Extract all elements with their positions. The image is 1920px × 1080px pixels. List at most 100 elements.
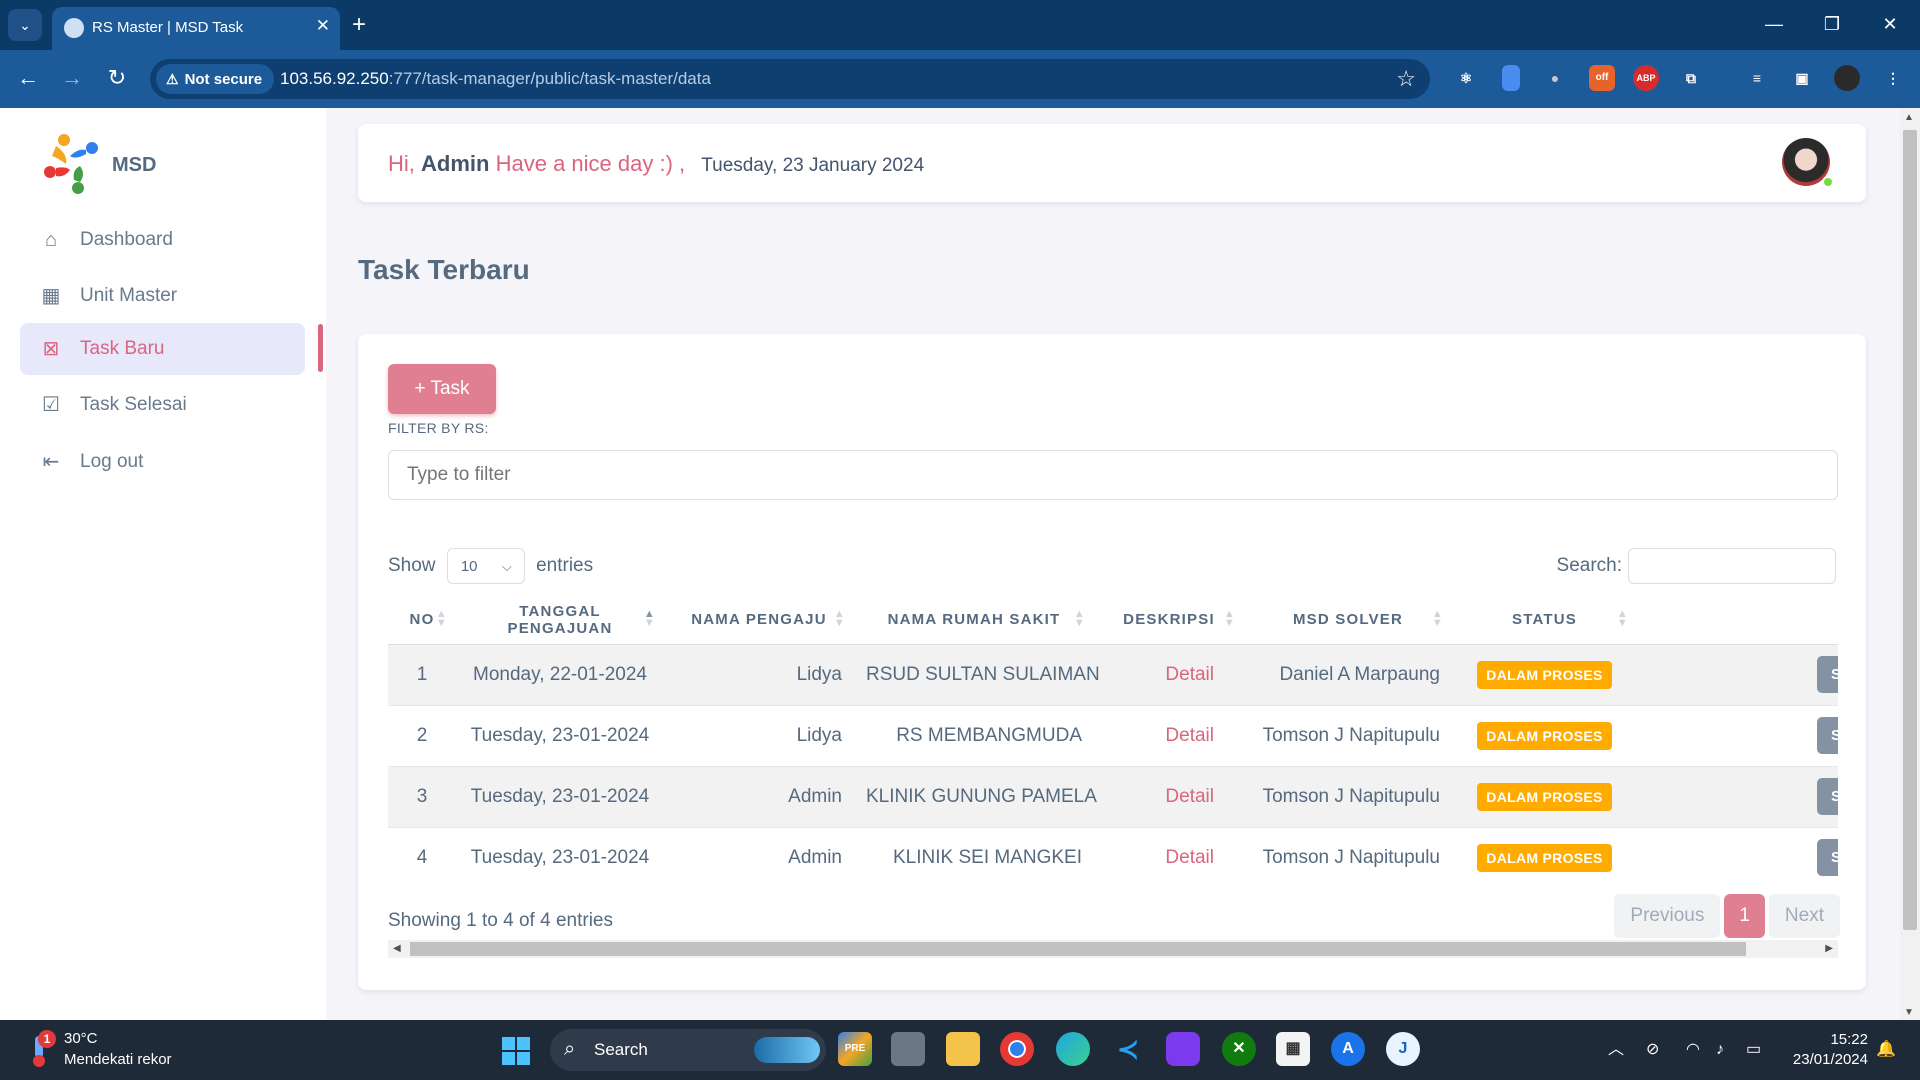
docs-extension-icon[interactable] <box>1502 65 1520 91</box>
weather-temperature[interactable]: 30°C <box>64 1030 98 1047</box>
reload-icon[interactable]: ↻ <box>101 64 133 92</box>
add-task-button[interactable]: + Task <box>388 364 496 414</box>
selesai-button[interactable]: Selesai <box>1817 839 1838 876</box>
vertical-scrollbar[interactable]: ▲ ▼ <box>1900 108 1920 1020</box>
clipboard-x-icon: ⊠ <box>42 338 60 360</box>
site-info-chip[interactable]: ⚠ Not secure <box>156 64 275 94</box>
status-badge: DALAM PROSES <box>1477 843 1612 872</box>
browser-toolbar: ← → ↻ ⚠ Not secure 103.56.92.250:777/task… <box>0 50 1920 108</box>
app-icon[interactable]: A <box>1331 1032 1365 1066</box>
app-icon[interactable]: J <box>1386 1032 1420 1066</box>
taskbar-search-label: Search <box>594 1040 648 1059</box>
notification-bell-icon[interactable]: 🔔 <box>1876 1040 1896 1060</box>
tray-overflow-icon[interactable]: ︿ <box>1608 1040 1624 1060</box>
sidebar-item-unit-master[interactable]: ▦ Unit Master <box>20 270 305 322</box>
entries-select[interactable]: 10 ⌵ <box>446 548 525 584</box>
clock[interactable]: 15:22 23/01/2024 <box>1788 1030 1868 1070</box>
scroll-right-icon[interactable]: ▶ <box>1825 940 1833 958</box>
sidebar-item-task-selesai[interactable]: ☑ Task Selesai <box>20 379 305 431</box>
pagination-page[interactable]: 1 <box>1724 894 1765 938</box>
react-devtools-icon[interactable]: ⚛ <box>1453 65 1479 91</box>
profile-avatar[interactable] <box>1834 65 1860 91</box>
media-control-icon[interactable]: ≡ <box>1744 65 1770 91</box>
tab-search-icon[interactable]: ⌄ <box>8 9 42 41</box>
column-header-status[interactable]: STATUS ▲ ▼ <box>1452 596 1637 645</box>
adblock-plus-icon[interactable]: ABP <box>1633 65 1659 91</box>
pagination-next[interactable]: Next <box>1768 894 1840 938</box>
table-icon: ▦ <box>41 285 61 307</box>
taskbar-search[interactable]: ⌕ Search <box>550 1029 826 1071</box>
edge-icon[interactable] <box>1056 1032 1090 1066</box>
scroll-up-icon[interactable]: ▲ <box>1904 112 1914 123</box>
column-header-label: NAMA RUMAH SAKIT <box>887 611 1061 629</box>
tab-close-icon[interactable]: ✕ <box>316 15 330 37</box>
windows-start-icon[interactable] <box>502 1037 530 1065</box>
close-window-icon[interactable]: ✕ <box>1870 12 1910 36</box>
weather-description[interactable]: Mendekati rekor <box>64 1051 172 1068</box>
cell-date: Tuesday, 23-01-2024 <box>456 766 664 828</box>
column-header-deskripsi[interactable]: DESKRIPSI ▲ ▼ <box>1094 596 1244 645</box>
horizontal-scrollbar[interactable]: ◀ ▶ <box>388 940 1838 958</box>
pagination-previous[interactable]: Previous <box>1614 894 1721 938</box>
scroll-left-icon[interactable]: ◀ <box>393 940 401 958</box>
column-header-pengaju[interactable]: NAMA PENGAJU ▲ ▼ <box>664 596 854 645</box>
side-panel-icon[interactable]: ▣ <box>1789 65 1815 91</box>
sidebar-item-logout[interactable]: ⇤ Log out <box>20 436 305 488</box>
detail-link[interactable]: Detail <box>1165 725 1214 746</box>
sidebar-item-task-baru[interactable]: ⊠ Task Baru <box>20 323 305 375</box>
battery-icon[interactable]: ▭ <box>1746 1040 1761 1060</box>
restore-icon[interactable]: ❐ <box>1812 12 1852 36</box>
address-bar[interactable]: ⚠ Not secure 103.56.92.250:777/task-manag… <box>150 59 1430 99</box>
search-input[interactable] <box>1628 548 1836 584</box>
browser-tab[interactable]: RS Master | MSD Task ✕ <box>52 7 340 50</box>
selesai-button[interactable]: Selesai <box>1817 778 1838 815</box>
selesai-button[interactable]: Selesai <box>1817 717 1838 754</box>
filter-rs-input[interactable] <box>388 450 1838 500</box>
wifi-icon[interactable]: ◠ <box>1686 1040 1700 1060</box>
bookmark-star-icon[interactable]: ☆ <box>1396 66 1416 92</box>
home-icon: ⌂ <box>44 229 58 251</box>
sidebar-item-label: Log out <box>80 451 144 472</box>
task-view-icon[interactable] <box>891 1032 925 1066</box>
sort-icon: ▲ ▼ <box>833 608 846 629</box>
cell-date: Tuesday, 23-01-2024 <box>456 827 664 888</box>
xbox-icon[interactable]: ✕ <box>1222 1032 1256 1066</box>
sidebar-item-label: Task Baru <box>80 338 165 359</box>
sidebar-item-dashboard[interactable]: ⌂ Dashboard <box>20 214 305 266</box>
volume-icon[interactable]: ♪ <box>1716 1040 1724 1060</box>
column-header-rumah-sakit[interactable]: NAMA RUMAH SAKIT ▲ ▼ <box>854 596 1094 645</box>
vscode-icon[interactable]: ≺ <box>1111 1032 1145 1066</box>
store-icon[interactable]: ▦ <box>1276 1032 1310 1066</box>
file-explorer-icon[interactable] <box>946 1032 980 1066</box>
new-tab-icon[interactable]: + <box>352 11 366 39</box>
selesai-button[interactable]: Selesai <box>1817 656 1838 693</box>
detail-link[interactable]: Detail <box>1165 664 1214 685</box>
network-off-icon[interactable]: ⊘ <box>1646 1040 1659 1060</box>
extensions-puzzle-icon[interactable]: ⧉ <box>1678 65 1704 91</box>
clock-time: 15:22 <box>1830 1031 1868 1048</box>
scrollbar-thumb[interactable] <box>1903 130 1917 930</box>
scroll-down-icon[interactable]: ▼ <box>1904 1007 1914 1018</box>
detail-link[interactable]: Detail <box>1165 847 1214 868</box>
extension-icon[interactable]: ● <box>1542 65 1568 91</box>
browser-menu-icon[interactable]: ⋮ <box>1880 65 1906 91</box>
minimize-icon[interactable]: — <box>1754 12 1794 36</box>
greeting-hi: Hi, <box>388 151 415 176</box>
detail-link[interactable]: Detail <box>1165 786 1214 807</box>
taskbar: 1 30°C Mendekati rekor ⌕ Search PRE ≺ ✕ … <box>0 1020 1920 1080</box>
off-extension-icon[interactable]: off <box>1589 65 1615 91</box>
back-icon[interactable]: ← <box>12 64 44 92</box>
cell-solver: Tomson J Napitupulu <box>1244 705 1452 767</box>
column-header-solver[interactable]: MSD SOLVER ▲ ▼ <box>1244 596 1452 645</box>
cell-rumah-sakit: KLINIK GUNUNG PAMELA <box>854 766 1097 828</box>
column-header-tanggal[interactable]: TANGGAL PENGAJUAN ▲ ▼ <box>456 596 664 645</box>
app-icon[interactable] <box>1166 1032 1200 1066</box>
msd-logo <box>44 134 98 194</box>
forward-icon[interactable]: → <box>56 64 88 92</box>
scrollbar-thumb[interactable] <box>410 942 1746 956</box>
filter-label: FILTER BY RS: <box>388 420 489 436</box>
chrome-icon[interactable] <box>1000 1032 1034 1066</box>
column-header-no[interactable]: NO ▲ ▼ <box>388 596 456 645</box>
copilot-icon[interactable]: PRE <box>838 1032 872 1066</box>
cell-pengaju: Admin <box>664 766 854 828</box>
